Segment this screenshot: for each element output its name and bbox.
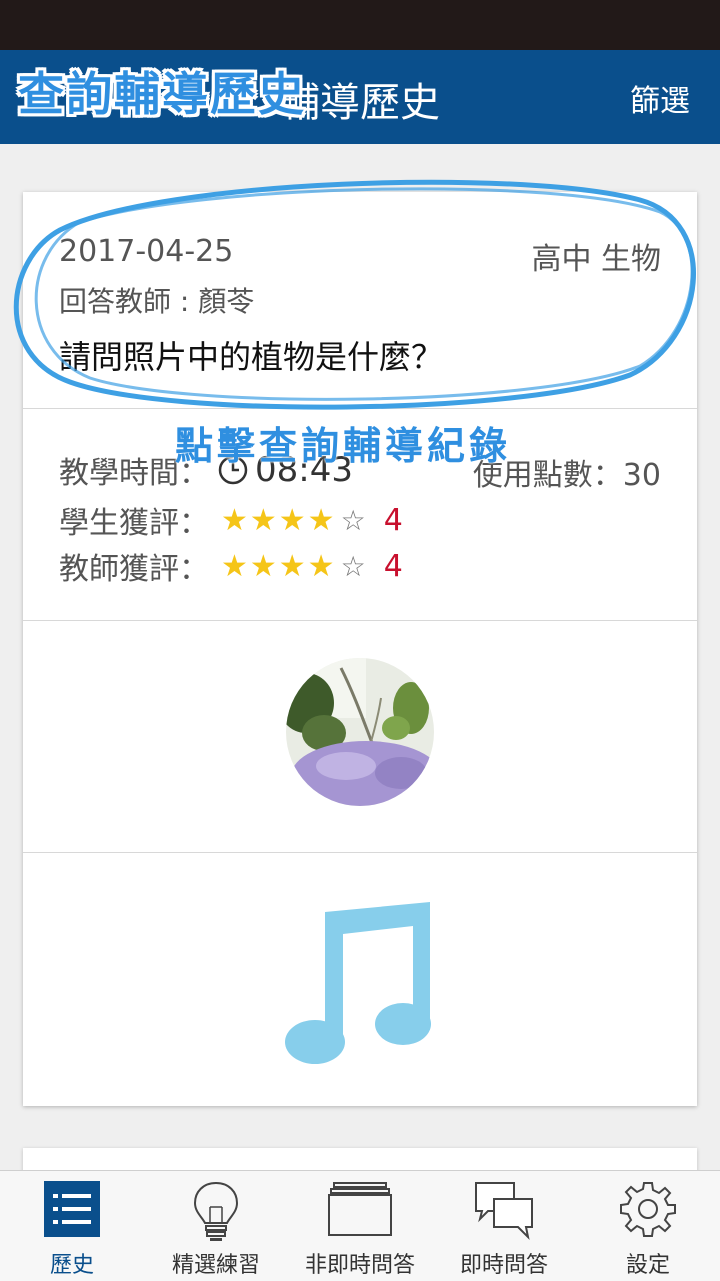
plant-photo-image (286, 658, 434, 806)
music-note-icon[interactable] (285, 900, 435, 1065)
record-teacher: 回答教師 : 顏苓 (59, 285, 255, 318)
tab-label: 歷史 (49, 1253, 94, 1278)
tab-settings[interactable]: 設定 (576, 1171, 720, 1281)
student-rating-value: 4 (383, 502, 403, 538)
divider (23, 408, 697, 409)
student-rating-row: 學生獲評： ★★★★ ☆ 4 (59, 498, 403, 542)
divider (23, 620, 697, 621)
history-record-card[interactable]: 2017-04-25 高中 生物 回答教師 : 顏苓 請問照片中的植物是什麼？ … (23, 192, 697, 1106)
tab-bar: 歷史 精選練習 非即時問答 即時問答 設定 (0, 1170, 720, 1281)
tab-history[interactable]: 歷史 (0, 1171, 144, 1281)
student-rating-label: 學生獲評： (59, 506, 209, 541)
annotation-caption: 點擊查詢輔導紀錄 (175, 423, 512, 468)
gear-icon (620, 1182, 676, 1237)
tab-label: 精選練習 (171, 1253, 260, 1278)
teacher-rating-label: 教師獲評： (59, 552, 209, 587)
stacked-pages-icon (328, 1182, 392, 1236)
student-rating-stars: ★★★★ (221, 502, 337, 538)
record-subject: 高中 生物 (531, 242, 661, 277)
question-photo[interactable] (286, 658, 434, 806)
tab-label: 設定 (625, 1253, 670, 1278)
teacher-rating-stars: ★★★★ (221, 548, 337, 584)
filter-button[interactable]: 篩選 (630, 76, 690, 120)
tab-label: 即時問答 (459, 1253, 548, 1278)
chat-bubbles-icon (475, 1182, 533, 1241)
tab-label: 非即時問答 (304, 1253, 415, 1278)
tab-featured-practice[interactable]: 精選練習 (144, 1171, 288, 1281)
teacher-rating-row: 教師獲評： ★★★★ ☆ 4 (59, 544, 403, 588)
list-icon (44, 1181, 100, 1237)
record-date: 2017-04-25 (59, 234, 234, 269)
lightbulb-icon (193, 1181, 239, 1241)
app-header: 輔導歷史 查詢輔導歷史 篩選 (0, 50, 720, 144)
tab-live-qa[interactable]: 即時問答 (432, 1171, 576, 1281)
star-empty-icon: ☆ (340, 549, 366, 583)
annotation-title-overlay: 查詢輔導歷史 (18, 67, 306, 121)
divider (23, 852, 697, 853)
tab-async-qa[interactable]: 非即時問答 (288, 1171, 432, 1281)
record-question: 請問照片中的植物是什麼？ (59, 338, 444, 376)
status-bar (0, 0, 720, 50)
teacher-rating-value: 4 (383, 548, 403, 584)
star-empty-icon: ☆ (340, 503, 366, 537)
